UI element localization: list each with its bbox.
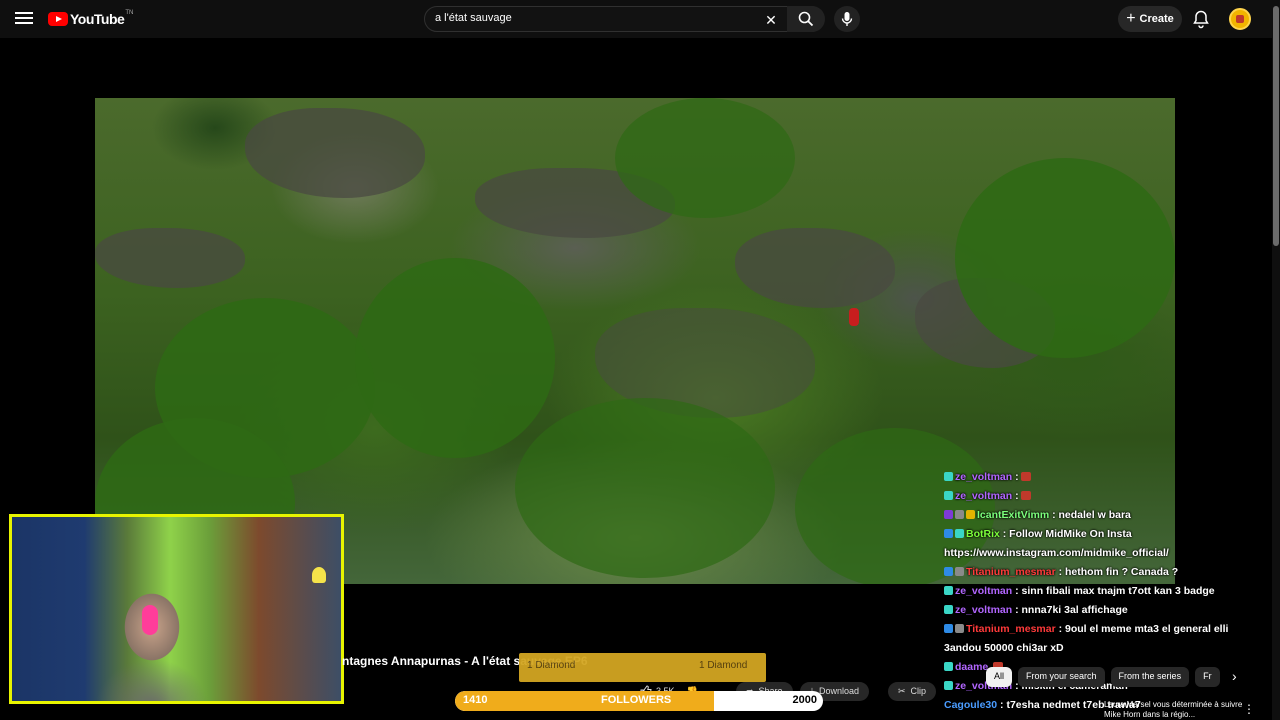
goal-overlay: 1 Diamond 1 Diamond — [519, 653, 766, 682]
chat-badge-icon — [955, 567, 964, 576]
chat-badge-icon — [944, 567, 953, 576]
chat-badge-icon — [944, 529, 953, 538]
lamp-icon — [312, 567, 326, 583]
chat-badge-icon — [955, 624, 964, 633]
microphone-icon — [841, 12, 853, 26]
filter-chip[interactable]: All — [986, 667, 1013, 687]
chat-message: ze_voltman : sinn fibali max tnajm t7ott… — [944, 582, 1254, 601]
goal-left-label: 1 Diamond — [527, 660, 576, 671]
chat-badge-icon — [966, 510, 975, 519]
followers-progress — [455, 691, 715, 711]
create-button[interactable]: + Create — [1118, 6, 1182, 32]
chat-badge-icon — [944, 472, 953, 481]
chat-badge-icon — [944, 662, 953, 671]
side-video-title[interactable]: Laura Marsel vous déterminée à suivre Mi… — [1104, 700, 1244, 720]
clip-label: Clip — [910, 686, 927, 696]
chat-badge-icon — [944, 586, 953, 595]
chat-username[interactable]: BotRix — [966, 528, 1003, 540]
bell-icon — [1193, 10, 1209, 29]
emote-icon — [1020, 491, 1031, 500]
chat-message: ze_voltman : nnna7ki 3al affichage — [944, 601, 1254, 620]
chat-text: : hethom fin ? Canada ? — [1058, 566, 1179, 578]
filter-chip[interactable]: From your search — [1018, 667, 1105, 687]
video-scenery — [515, 398, 775, 578]
chat-text: : sinn fibali max tnajm t7ott kan 3 badg… — [1015, 585, 1215, 597]
video-scenery — [615, 98, 795, 218]
video-scenery — [95, 228, 245, 288]
chat-badge-icon — [955, 510, 964, 519]
more-options-icon[interactable]: ⋮ — [1243, 702, 1255, 716]
chat-text: : nedalel w bara — [1052, 509, 1131, 521]
chat-badge-icon — [944, 624, 953, 633]
chat-message: IcantExitVimm : nedalel w bara — [944, 506, 1254, 525]
logo-country: TN — [125, 10, 134, 16]
top-bar: YouTube TN ✕ + Create — [0, 0, 1280, 38]
streamer-webcam — [9, 514, 344, 704]
chat-text: : — [1015, 471, 1019, 483]
goal-right-label: 1 Diamond — [699, 660, 748, 671]
chat-text: : — [1015, 490, 1019, 502]
search-input[interactable] — [435, 12, 755, 24]
chat-username[interactable]: ze_voltman — [955, 604, 1015, 616]
voice-search-button[interactable] — [834, 6, 860, 32]
chat-username[interactable]: ze_voltman — [955, 471, 1015, 483]
filter-chip[interactable]: Fr — [1195, 667, 1220, 687]
youtube-logo[interactable]: YouTube TN — [48, 10, 134, 27]
followers-label: FOLLOWERS — [601, 694, 672, 706]
chat-message: ze_voltman : — [944, 487, 1254, 506]
chat-badge-icon — [944, 510, 953, 519]
chat-message: BotRix : Follow MidMike On Insta https:/… — [944, 525, 1254, 563]
chat-message: ze_voltman : — [944, 468, 1254, 487]
plus-icon: + — [1126, 10, 1136, 27]
emote-icon — [1020, 472, 1031, 481]
menu-icon[interactable] — [14, 9, 34, 29]
clip-button[interactable]: ✂ Clip — [888, 681, 937, 701]
chat-badge-icon — [944, 681, 953, 690]
chat-username[interactable]: Cagoule30 — [944, 699, 1000, 711]
video-scenery — [735, 228, 895, 308]
logo-text: YouTube — [70, 11, 125, 27]
page-scrollbar[interactable] — [1272, 0, 1280, 720]
followers-goal-bar: 1410 FOLLOWERS 2000 — [455, 691, 823, 711]
recommendation-chips: All From your search From the series Fr — [986, 667, 1220, 687]
chat-username[interactable]: ze_voltman — [955, 490, 1015, 502]
scissors-icon: ✂ — [898, 685, 906, 696]
microphone-icon — [142, 605, 158, 635]
chat-badge-icon — [944, 605, 953, 614]
chat-username[interactable]: IcantExitVimm — [977, 509, 1052, 521]
scroll-thumb[interactable] — [1273, 6, 1279, 246]
chat-username[interactable]: ze_voltman — [955, 585, 1015, 597]
account-avatar[interactable] — [1229, 8, 1251, 30]
video-scenery — [355, 258, 555, 458]
search-icon — [798, 11, 814, 27]
search-button[interactable] — [787, 6, 825, 32]
followers-target: 2000 — [792, 694, 817, 706]
filter-chip[interactable]: From the series — [1110, 667, 1190, 687]
create-label: Create — [1139, 13, 1174, 25]
chat-badge-icon — [955, 529, 964, 538]
download-label: Download — [818, 686, 860, 696]
clear-search-icon[interactable]: ✕ — [763, 12, 779, 28]
play-logo-icon — [48, 12, 68, 26]
chevron-right-icon[interactable]: › — [1232, 668, 1246, 686]
chat-username[interactable]: Titanium_mesmar — [966, 566, 1059, 578]
search-box: ✕ — [424, 6, 825, 32]
chat-username[interactable]: Titanium_mesmar — [966, 623, 1059, 635]
climber — [849, 308, 859, 326]
chat-message: Titanium_mesmar : 9oul el meme mta3 el g… — [944, 620, 1254, 658]
chat-message: Titanium_mesmar : hethom fin ? Canada ? — [944, 563, 1254, 582]
chat-text: : nnna7ki 3al affichage — [1015, 604, 1128, 616]
video-scenery — [245, 108, 425, 198]
notifications-button[interactable] — [1191, 9, 1211, 29]
video-scenery — [955, 158, 1175, 358]
followers-current: 1410 — [463, 694, 488, 706]
chat-badge-icon — [944, 491, 953, 500]
